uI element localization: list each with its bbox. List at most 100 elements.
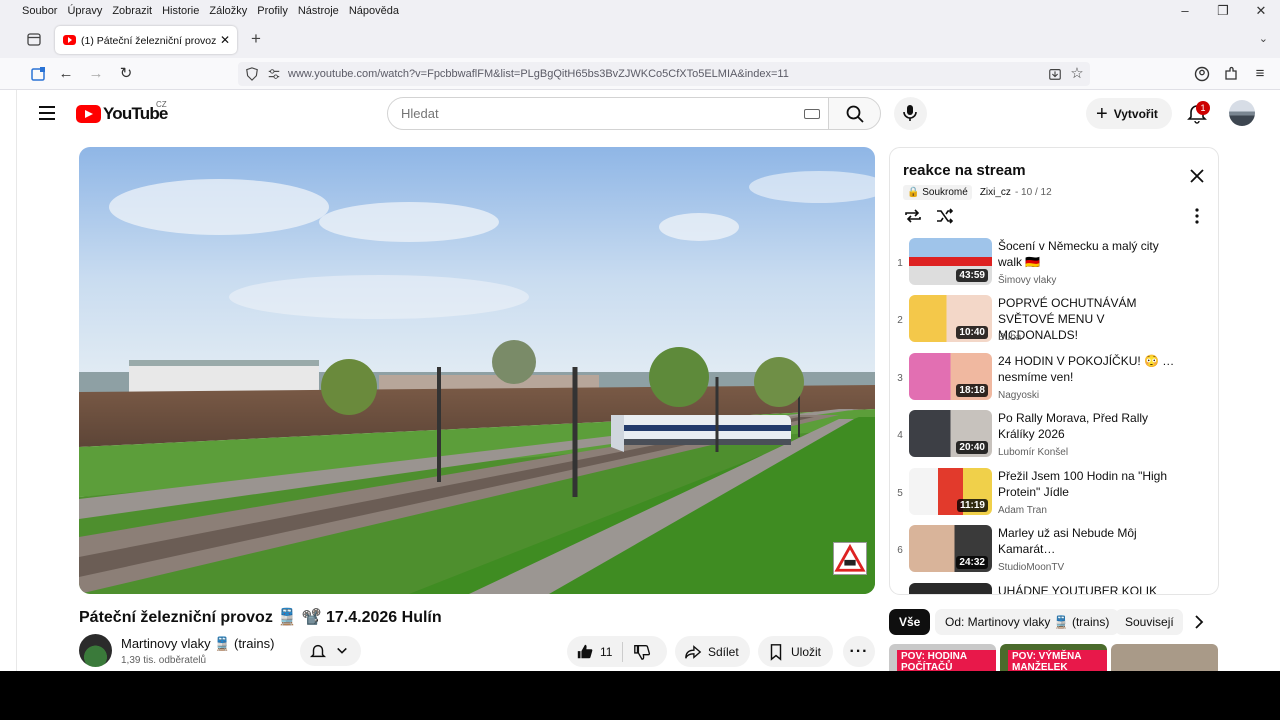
forward-arrow-icon[interactable]: → — [87, 65, 105, 83]
playlist-item[interactable]: 4 20:40 Po Rally Morava, Před Rally Král… — [890, 410, 1218, 467]
video-player[interactable] — [79, 147, 875, 594]
youtube-logo[interactable]: YouTube CZ — [76, 100, 168, 124]
video-title: Přežil Jsem 100 Hodin na "High Protein" … — [998, 469, 1168, 499]
item-index: 2 — [897, 315, 903, 326]
playlist-item[interactable]: UHÁDNE YOUTUBER KOLIK — [890, 583, 1218, 594]
chip-all[interactable]: Vše — [889, 609, 931, 635]
chevron-down-icon[interactable]: ⌄ — [1259, 32, 1268, 45]
menu-edit[interactable]: Úpravy — [67, 5, 102, 17]
menu-history[interactable]: Historie — [162, 5, 199, 17]
navigation-bar: ← → ↻ www.youtube.com/watch?v=FpcbbwaflF… — [0, 58, 1280, 90]
tab-list-icon[interactable] — [26, 31, 42, 47]
playlist-item[interactable]: 3 18:18 24 HODIN V POKOJÍČKU! 😳 … nesmím… — [890, 353, 1218, 410]
privacy-label: Soukromé — [922, 187, 968, 198]
app-menu-icon[interactable]: ≡ — [1251, 65, 1269, 83]
playlist-owner[interactable]: Zixi_cz — [980, 187, 1011, 198]
duration-badge: 43:59 — [956, 269, 988, 282]
playlist-item[interactable]: 2 10:40 POPRVÉ OCHUTNÁVÁM SVĚTOVÉ MENU V… — [890, 295, 1218, 352]
maximize-icon[interactable]: ❐ — [1204, 0, 1242, 22]
share-button[interactable]: Sdílet — [675, 636, 750, 667]
address-bar[interactable]: www.youtube.com/watch?v=FpcbbwaflFM&list… — [238, 62, 1090, 86]
duration-badge: 24:32 — [956, 556, 988, 569]
sidebar-toggle-icon[interactable] — [29, 65, 47, 83]
account-icon[interactable] — [1193, 65, 1211, 83]
search-input[interactable]: Hledat — [387, 97, 829, 130]
menu-help[interactable]: Nápověda — [349, 5, 399, 17]
channel-name: Šimovy vlaky — [998, 275, 1057, 286]
voice-search-button[interactable] — [894, 97, 927, 130]
bookmark-star-icon[interactable]: ☆ — [1069, 64, 1085, 82]
permissions-icon[interactable] — [266, 67, 282, 81]
video-title: 24 HODIN V POKOJÍČKU! 😳 … nesmíme ven! — [998, 354, 1175, 384]
playlist-item[interactable]: 1 43:59 Šocení v Německu a malý city wal… — [890, 238, 1218, 295]
playlist-item[interactable]: 5 11:19 Přežil Jsem 100 Hodin na "High P… — [890, 468, 1218, 525]
menu-bookmarks[interactable]: Záložky — [209, 5, 247, 17]
save-label: Uložit — [791, 644, 822, 659]
recommendation-thumbnail[interactable]: POV: HODINA POČÍTAČŮ — [889, 644, 996, 671]
loop-icon[interactable] — [903, 206, 923, 226]
video-title: Šocení v Německu a malý city walk 🇩🇪 — [998, 239, 1159, 269]
chip-related[interactable]: Souvisejí — [1115, 609, 1183, 635]
avatar[interactable] — [1229, 100, 1255, 126]
subscription-bell-button[interactable] — [300, 636, 361, 666]
share-label: Sdílet — [708, 644, 739, 659]
like-button[interactable]: 11 — [576, 643, 612, 661]
menu-file[interactable]: Soubor — [22, 5, 57, 17]
more-actions-button[interactable]: ··· — [843, 636, 875, 667]
video-thumbnail: 11:19 — [909, 468, 992, 515]
download-page-icon[interactable] — [1047, 67, 1063, 81]
minimize-icon[interactable]: – — [1166, 0, 1204, 22]
thumbs-down-icon[interactable] — [633, 643, 651, 661]
channel-name: Nagyoski — [998, 390, 1040, 401]
like-count: 11 — [600, 644, 613, 659]
subscriber-count: 1,39 tis. odběratelů — [121, 655, 207, 666]
close-window-icon[interactable]: ✕ — [1242, 0, 1280, 22]
channel-avatar[interactable] — [79, 634, 112, 667]
channel-name: StudioMoonTV — [998, 562, 1065, 573]
menu-profiles[interactable]: Profily — [257, 5, 288, 17]
video-thumbnail: 18:18 — [909, 353, 992, 400]
channel-name: Buba — [998, 332, 1022, 343]
duration-badge: 11:19 — [956, 499, 988, 512]
item-index: 5 — [897, 488, 903, 499]
new-tab-icon[interactable]: + — [248, 30, 264, 48]
extensions-icon[interactable] — [1222, 65, 1240, 83]
recommendation-thumbnail[interactable]: POV: VÝMĚNA MANŽELEK — [1000, 644, 1107, 671]
url-text: www.youtube.com/watch?v=FpcbbwaflFM&list… — [288, 68, 789, 80]
chevron-down-icon — [337, 647, 347, 654]
menu-tools[interactable]: Nástroje — [298, 5, 339, 17]
active-tab[interactable]: (1) Páteční železniční provoz 🚆 ✕ — [55, 26, 237, 54]
more-vertical-icon[interactable] — [1192, 208, 1202, 224]
playlist-title[interactable]: reakce na stream — [903, 162, 1026, 179]
video-thumbnail: 20:40 — [909, 410, 992, 457]
create-label: Vytvořit — [1113, 106, 1158, 121]
playlist-item[interactable]: 6 24:32 Marley už asi Nebude Môj Kamarát… — [890, 525, 1218, 582]
video-title: Páteční železniční provoz 🚆 📽️ 17.4.2026… — [79, 609, 442, 626]
save-button[interactable]: Uložit — [758, 636, 833, 667]
close-icon[interactable] — [1189, 168, 1205, 184]
like-dislike-group: 11 — [567, 636, 667, 667]
duration-badge: 18:18 — [956, 384, 988, 397]
reload-icon[interactable]: ↻ — [117, 65, 135, 83]
video-title: POPRVÉ OCHUTNÁVÁM SVĚTOVÉ MENU V MCDONAL… — [998, 296, 1137, 342]
notification-badge: 1 — [1196, 101, 1210, 115]
chevron-right-icon[interactable] — [1190, 613, 1208, 631]
video-thumbnail: 24:32 — [909, 525, 992, 572]
channel-name[interactable]: Martinovy vlaky 🚆 (trains) — [121, 636, 274, 652]
thumbnail-label: POV: VÝMĚNA MANŽELEK — [1008, 650, 1107, 671]
shuffle-icon[interactable] — [935, 206, 955, 226]
keyboard-icon[interactable] — [804, 109, 820, 119]
search-button[interactable] — [828, 97, 881, 130]
tab-close-icon[interactable]: ✕ — [217, 33, 233, 47]
back-arrow-icon[interactable]: ← — [57, 65, 75, 83]
menu-view[interactable]: Zobrazit — [112, 5, 152, 17]
train-warning-sign-icon — [833, 542, 867, 575]
duration-badge: 10:40 — [956, 326, 988, 339]
bell-icon — [309, 644, 327, 658]
shield-icon[interactable] — [244, 67, 260, 81]
youtube-play-icon — [76, 105, 101, 123]
chip-from-channel[interactable]: Od: Martinovy vlaky 🚆 (trains) — [935, 609, 1120, 635]
recommendation-thumbnail[interactable] — [1111, 644, 1218, 671]
guide-menu-icon[interactable] — [39, 106, 55, 120]
create-button[interactable]: + Vytvořit — [1086, 98, 1172, 129]
